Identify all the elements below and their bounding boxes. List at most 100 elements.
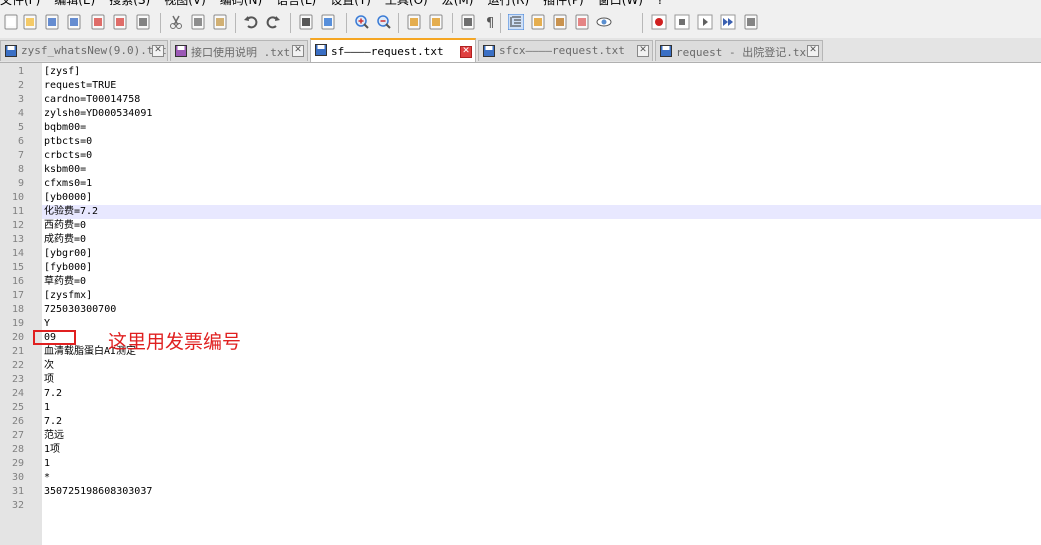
editor-line[interactable]: 18 725030300700 — [0, 303, 1041, 317]
function-list-icon[interactable] — [552, 14, 568, 30]
menu-item-7[interactable]: 工具(O) — [385, 0, 428, 8]
cut-icon[interactable] — [168, 14, 184, 30]
line-text: 350725198608303037 — [44, 486, 153, 497]
menu-item-6[interactable]: 设置(T) — [330, 0, 371, 8]
editor-line[interactable]: 4 zylsh0=YD000534091 — [0, 107, 1041, 121]
line-number: 6 — [17, 136, 24, 147]
open-file-icon[interactable] — [22, 14, 38, 30]
toolbar-separator — [235, 13, 236, 33]
editor-line[interactable]: 10 [yb0000] — [0, 191, 1041, 205]
editor-line[interactable]: 28 1项 — [0, 443, 1041, 457]
line-number: 12 — [11, 220, 24, 231]
editor-line[interactable]: 16 草药费=0 — [0, 275, 1041, 289]
menu-item-10[interactable]: 插件(P) — [543, 0, 584, 8]
editor-line[interactable]: 2 request=TRUE — [0, 79, 1041, 93]
editor-line[interactable]: 30 * — [0, 471, 1041, 485]
run-macro-multiple-icon[interactable] — [720, 14, 736, 30]
tab-0[interactable]: zysf_whatsNew(9.0).txt ✕ — [0, 40, 168, 61]
menu-item-4[interactable]: 编码(N) — [220, 0, 262, 8]
editor[interactable]: 1 [zysf] 2 request=TRUE 3 cardno=T00014758 4 zy… — [0, 63, 1041, 545]
tab-4[interactable]: request - 出院登记.txt ✕ — [655, 40, 823, 61]
menu-item-12[interactable]: ? — [657, 0, 663, 8]
line-number: 4 — [17, 108, 24, 119]
line-text: 范远 — [44, 430, 64, 441]
undo-icon[interactable] — [243, 14, 259, 30]
editor-line[interactable]: 24 7.2 — [0, 387, 1041, 401]
tab-1[interactable]: 接口使用说明 .txt ✕ — [170, 40, 308, 61]
indent-guide-icon[interactable] — [508, 14, 524, 30]
folder-workspace-icon[interactable] — [574, 14, 590, 30]
menu-item-5[interactable]: 语言(L) — [276, 0, 316, 8]
editor-line[interactable]: 3 cardno=T00014758 — [0, 93, 1041, 107]
record-macro-icon[interactable] — [651, 14, 667, 30]
line-number: 30 — [11, 472, 24, 483]
print-icon[interactable] — [135, 14, 151, 30]
editor-line[interactable]: 23 项 — [0, 373, 1041, 387]
editor-line[interactable]: 15 [fyb000] — [0, 261, 1041, 275]
monitor-icon[interactable] — [596, 14, 612, 30]
close-all-icon[interactable] — [112, 14, 128, 30]
close-tab-icon[interactable]: ✕ — [637, 45, 649, 57]
editor-line[interactable]: 5 bqbm00= — [0, 121, 1041, 135]
menu-item-3[interactable]: 视图(V) — [164, 0, 206, 8]
editor-line[interactable]: 31 350725198608303037 — [0, 485, 1041, 499]
save-icon[interactable] — [44, 14, 60, 30]
editor-line[interactable]: 17 [zysfmx] — [0, 289, 1041, 303]
line-number: 8 — [17, 164, 24, 175]
file-saved-icon — [660, 45, 672, 57]
copy-icon[interactable] — [190, 14, 206, 30]
tab-2[interactable]: sf————request.txt ✕ — [310, 38, 476, 62]
editor-line[interactable]: 22 次 — [0, 359, 1041, 373]
line-number: 13 — [11, 234, 24, 245]
editor-line[interactable]: 1 [zysf] — [0, 65, 1041, 79]
editor-line[interactable]: 7 crbcts=0 — [0, 149, 1041, 163]
word-wrap-icon[interactable] — [460, 14, 476, 30]
editor-line[interactable]: 26 7.2 — [0, 415, 1041, 429]
find-icon[interactable] — [298, 14, 314, 30]
show-all-chars-icon[interactable]: ¶ — [482, 14, 498, 30]
redo-icon[interactable] — [265, 14, 281, 30]
save-all-icon[interactable] — [66, 14, 82, 30]
editor-line[interactable]: 12 西药费=0 — [0, 219, 1041, 233]
close-tab-icon[interactable]: ✕ — [807, 45, 819, 57]
menu-item-11[interactable]: 窗口(W) — [598, 0, 643, 8]
editor-line[interactable]: 8 ksbm00= — [0, 163, 1041, 177]
doc-map-icon[interactable] — [530, 14, 546, 30]
editor-line[interactable]: 19 Y — [0, 317, 1041, 331]
paste-icon[interactable] — [212, 14, 228, 30]
sync-horizontal-icon[interactable] — [428, 14, 444, 30]
stop-macro-icon[interactable] — [674, 14, 690, 30]
tab-3[interactable]: sfcx————request.txt ✕ — [478, 40, 653, 61]
menu-item-8[interactable]: 宏(M) — [442, 0, 474, 8]
editor-line[interactable]: 29 1 — [0, 457, 1041, 471]
play-macro-icon[interactable] — [697, 14, 713, 30]
editor-line[interactable]: 6 ptbcts=0 — [0, 135, 1041, 149]
replace-icon[interactable] — [320, 14, 336, 30]
editor-line[interactable]: 32 — [0, 499, 1041, 513]
editor-line[interactable]: 25 1 — [0, 401, 1041, 415]
menu-item-9[interactable]: 运行(R) — [487, 0, 529, 8]
close-icon[interactable] — [90, 14, 106, 30]
line-text: 1项 — [44, 444, 61, 455]
line-number: 26 — [11, 416, 24, 427]
zoom-in-icon[interactable] — [354, 14, 370, 30]
close-tab-icon[interactable]: ✕ — [460, 46, 472, 58]
editor-line[interactable]: 9 cfxms0=1 — [0, 177, 1041, 191]
close-tab-icon[interactable]: ✕ — [292, 45, 304, 57]
editor-line[interactable]: 14 [ybgr00] — [0, 247, 1041, 261]
close-tab-icon[interactable]: ✕ — [152, 45, 164, 57]
sync-vertical-icon[interactable] — [406, 14, 422, 30]
save-macro-icon[interactable] — [743, 14, 759, 30]
line-number: 18 — [11, 304, 24, 315]
menu-item-1[interactable]: 编辑(E) — [54, 0, 95, 8]
new-file-icon[interactable] — [3, 14, 19, 30]
zoom-out-icon[interactable] — [376, 14, 392, 30]
tab-label: zysf_whatsNew(9.0).txt — [21, 44, 167, 57]
editor-line[interactable]: 11 化验费=7.2 — [0, 205, 1041, 219]
menu-item-2[interactable]: 搜索(S) — [109, 0, 150, 8]
menu-bar: 文件(F) 编辑(E) 搜索(S) 视图(V) 编码(N) 语言(L) 设置(T) 工具(O)… — [0, 0, 1041, 8]
editor-line[interactable]: 27 范远 — [0, 429, 1041, 443]
editor-line[interactable]: 13 成药费=0 — [0, 233, 1041, 247]
menu-item-0[interactable]: 文件(F) — [0, 0, 40, 8]
tab-label: sf————request.txt — [331, 45, 444, 58]
